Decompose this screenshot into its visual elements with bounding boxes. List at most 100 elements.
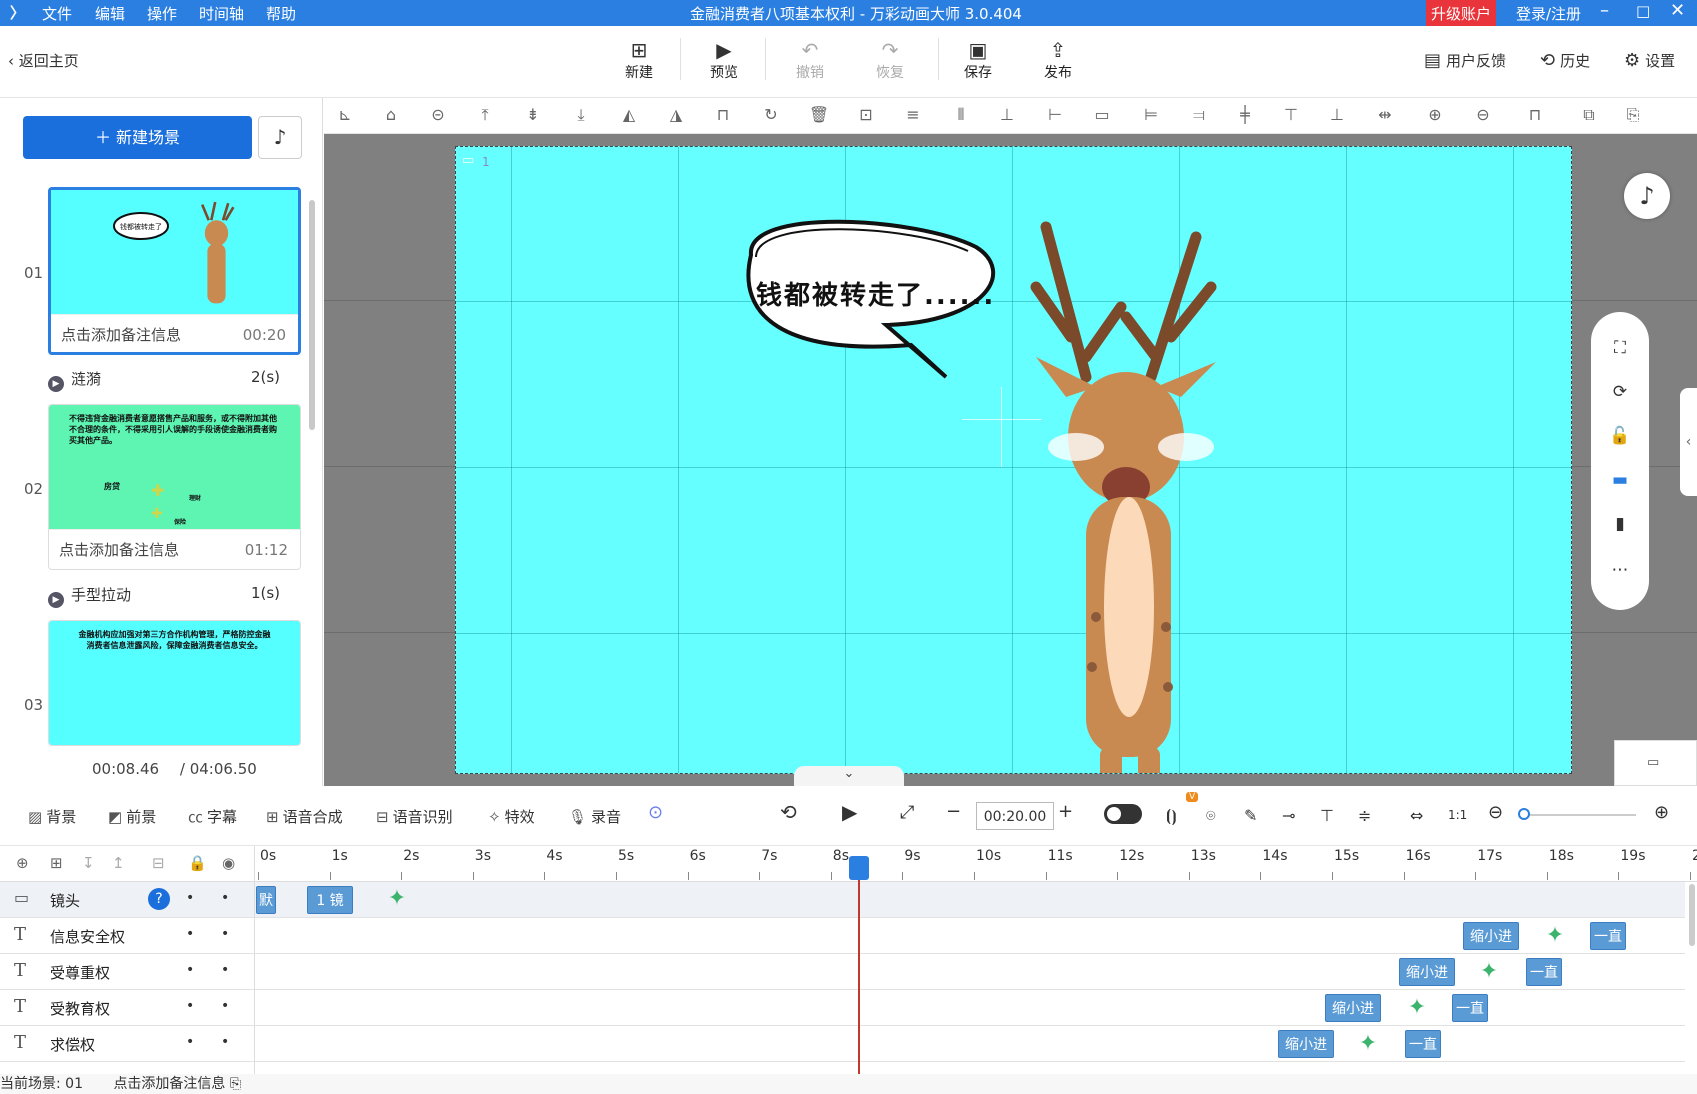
menu-help[interactable]: 帮助 <box>266 3 296 24</box>
move-down-icon[interactable]: ↧ <box>82 854 95 872</box>
track-education[interactable]: T 受教育权 • • <box>0 990 1685 1026</box>
new-button[interactable]: ⊞ 新建 <box>609 38 669 82</box>
adjust-icon[interactable]: ≑ <box>1358 806 1371 825</box>
add-keyframe-icon[interactable]: ✦ <box>1406 997 1428 1019</box>
deer-character[interactable] <box>1030 221 1217 774</box>
login-button[interactable]: 登录/注册 <box>1516 3 1581 24</box>
time-input[interactable]: 00:20.00 <box>976 802 1054 830</box>
align-top2-icon[interactable]: ⊤ <box>1280 104 1302 126</box>
distribute-v-icon[interactable]: ⊥ <box>996 104 1018 126</box>
transition-row-1[interactable]: ▶ 涟漪 2(s) <box>48 368 280 392</box>
foreground-button[interactable]: ◩ 前景 <box>108 806 156 827</box>
add-folder-icon[interactable]: ⊞ <box>50 854 63 872</box>
flip-horizontal-icon[interactable]: ◭ <box>618 104 640 126</box>
clip-shrink-in[interactable]: 缩小进 <box>1278 1030 1334 1058</box>
clip-always[interactable]: 一直 <box>1590 922 1626 950</box>
help-icon[interactable]: ? <box>148 888 170 910</box>
zoom-out-icon[interactable]: ⊖ <box>1488 802 1503 823</box>
close-icon[interactable]: ✕ <box>1670 0 1685 21</box>
collapse-right-panel[interactable]: ‹ <box>1680 388 1697 496</box>
more-circle-icon[interactable]: ⊝ <box>427 104 449 126</box>
align-vcenter-icon[interactable]: ⫴ <box>950 104 972 126</box>
redo-button[interactable]: ↷ 恢复 <box>860 38 920 82</box>
clip-always[interactable]: 一直 <box>1405 1030 1441 1058</box>
minimap[interactable]: ▭ <box>1614 740 1697 786</box>
delete-layer-icon[interactable]: ⊟ <box>152 854 165 872</box>
add-layer-icon[interactable]: ⊕ <box>16 854 29 872</box>
zoom-in-icon[interactable]: ⊕ <box>1654 802 1669 823</box>
align-bottom-icon[interactable]: ⤓ <box>570 104 592 126</box>
menu-edit[interactable]: 编辑 <box>95 3 125 24</box>
scene-note[interactable]: 点击添加备注信息 <box>59 541 179 559</box>
camera-snapshot-icon[interactable]: ⌾ <box>1206 806 1216 826</box>
clip-default[interactable]: 默 <box>256 886 276 914</box>
feedback-button[interactable]: ▤ 用户反馈 <box>1424 50 1506 71</box>
fit-width-icon[interactable]: ⇔ <box>1410 806 1423 825</box>
clip-always[interactable]: 一直 <box>1526 958 1562 986</box>
more-icon[interactable]: ⋯ <box>1608 558 1632 582</box>
playhead[interactable] <box>858 864 860 1074</box>
replay-icon[interactable]: ⟲ <box>780 800 797 824</box>
align-center-icon[interactable]: ╪ <box>1234 104 1256 126</box>
record-button[interactable]: 🎙 录音 <box>568 806 621 827</box>
unlock-icon[interactable]: ⊓ <box>1524 104 1546 126</box>
plus-button[interactable]: + <box>1058 801 1073 822</box>
clip-always[interactable]: 一直 <box>1452 994 1488 1022</box>
add-keyframe-icon[interactable]: ✦ <box>1478 961 1500 983</box>
lock-all-icon[interactable]: 🔒 <box>188 854 207 872</box>
align-bottom2-icon[interactable]: ⊥ <box>1326 104 1348 126</box>
effects-button[interactable]: ✧ 特效 <box>488 806 535 827</box>
menu-file[interactable]: 文件 <box>42 3 72 24</box>
background-button[interactable]: ▨ 背景 <box>28 806 76 827</box>
minus-button[interactable]: − <box>946 801 961 822</box>
settings-button[interactable]: ⚙ 设置 <box>1624 50 1675 71</box>
music-button[interactable]: ♪ <box>258 116 302 159</box>
toggle-switch[interactable] <box>1104 804 1142 824</box>
lock-icon[interactable]: 🔓 <box>1608 424 1632 448</box>
zoom-in-icon[interactable]: ⊕ <box>1424 104 1446 126</box>
landscape-icon[interactable]: ▬ <box>1608 468 1632 492</box>
align-hcenter-icon[interactable]: ≡ <box>902 104 924 126</box>
delete-icon[interactable]: 🗑 <box>808 104 830 126</box>
maximize-icon[interactable]: □ <box>1636 2 1650 20</box>
eye-icon[interactable]: ◉ <box>222 854 235 872</box>
menu-timeline[interactable]: 时间轴 <box>199 3 244 24</box>
play-icon[interactable]: ▶ <box>842 800 857 824</box>
fullscreen-icon[interactable]: ⤢ <box>900 802 914 823</box>
speech-recognition-button[interactable]: ⊟ 语音识别 <box>376 806 453 827</box>
minimize-icon[interactable]: – <box>1600 0 1609 21</box>
publish-button[interactable]: ⇪ 发布 <box>1028 38 1088 82</box>
edit-note-icon[interactable]: ⎘ <box>230 1076 241 1092</box>
edit-icon[interactable]: ✎ <box>1244 806 1257 825</box>
speech-bubble-text[interactable]: 钱都被转走了...... <box>756 275 995 312</box>
clip-shrink-in[interactable]: 缩小进 <box>1399 958 1455 986</box>
timeline-scrollbar[interactable] <box>1689 884 1695 946</box>
lock-icon[interactable]: ⊓ <box>712 104 734 126</box>
align-top-icon[interactable]: ⤒ <box>474 104 496 126</box>
status-note[interactable]: 点击添加备注信息 <box>113 1076 225 1092</box>
paste-icon[interactable]: ⎘ <box>1622 104 1644 126</box>
music-float-button[interactable]: ♪ <box>1624 173 1670 219</box>
add-keyframe-icon[interactable]: ✦ <box>1544 925 1566 947</box>
more-tools-icon[interactable]: ⊙ <box>648 802 663 823</box>
filter-icon[interactable]: ⊤ <box>1320 806 1334 825</box>
scene-list-scrollbar[interactable] <box>309 200 315 430</box>
scene-card-03[interactable]: 金融机构应加强对第三方合作机构管理，严格防控金融消费者信息泄露风险，保障金融消费… <box>48 620 301 746</box>
distribute-icon[interactable]: ⇹ <box>1374 104 1396 126</box>
zoom-out-icon[interactable]: ⊖ <box>1472 104 1494 126</box>
undo-button[interactable]: ↶ 撤销 <box>780 38 840 82</box>
align-right-icon[interactable]: ⫤ <box>1188 104 1210 126</box>
back-home-button[interactable]: ‹ 返回主页 <box>8 50 79 71</box>
home-icon[interactable]: ⌂ <box>380 104 402 126</box>
portrait-icon[interactable]: ▮ <box>1608 512 1632 536</box>
upgrade-button[interactable]: 升级账户 <box>1426 0 1497 26</box>
collapse-timeline-button[interactable]: ⌄ <box>794 766 904 786</box>
rotate-camera-icon[interactable]: ⟳ <box>1608 380 1632 404</box>
rotate-icon[interactable]: ↻ <box>760 104 782 126</box>
tts-button[interactable]: ⊞ 语音合成 <box>266 806 343 827</box>
align-left-icon[interactable]: ⊨ <box>1140 104 1162 126</box>
add-keyframe-icon[interactable]: ✦ <box>386 888 408 910</box>
copy-icon[interactable]: ⧉ <box>1578 104 1600 126</box>
menu-operate[interactable]: 操作 <box>147 3 177 24</box>
distribute-h-icon[interactable]: ⊢ <box>1044 104 1066 126</box>
